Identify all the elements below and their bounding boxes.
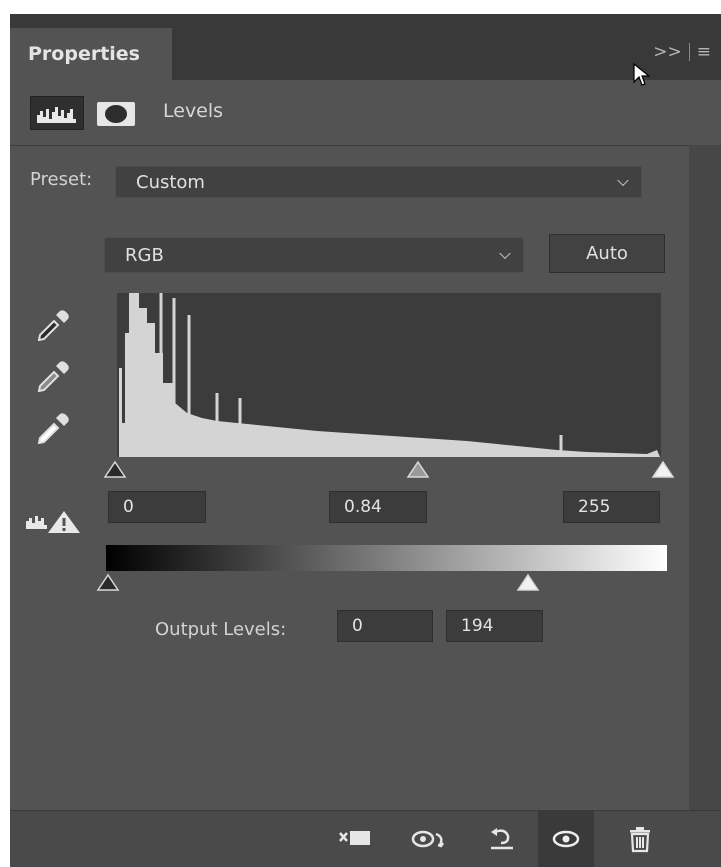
black-input-value: 0 [123,497,134,517]
reset-glyph [491,828,513,850]
tab-tools-divider [688,43,690,61]
histogram-display [117,293,661,457]
adjustment-title: Levels [163,100,224,122]
clip-to-layer-icon[interactable] [328,811,384,867]
chevron-down-icon [617,174,629,187]
midtone-input-slider[interactable] [406,460,430,480]
adjustment-header: Levels [10,80,721,146]
channel-dropdown[interactable]: RGB [104,237,524,273]
black-point-eyedropper-icon[interactable] [34,307,72,341]
auto-button[interactable]: Auto [549,234,665,273]
preset-label: Preset: [30,169,93,190]
view-previous-state-icon[interactable] [402,811,458,867]
output-gradient-bar [106,545,667,571]
panel-tab-bar: Properties >> ≡ [10,14,721,80]
panel-menu-icon[interactable]: ≡ [697,42,711,62]
panel-footer [10,810,721,867]
collapse-panel-icon[interactable]: >> [653,42,682,62]
output-black-value: 0 [352,616,363,636]
auto-button-label: Auto [586,243,628,264]
reset-icon[interactable] [474,811,530,867]
visibility-icon[interactable] [538,811,594,867]
output-white-field[interactable]: 194 [446,610,543,642]
tab-properties[interactable]: Properties [10,28,172,80]
white-input-slider[interactable] [651,460,675,480]
black-input-field[interactable]: 0 [108,491,206,523]
channel-value: RGB [125,244,164,266]
delete-icon[interactable] [612,811,668,867]
visibility-glyph [552,830,580,848]
clip-to-layer-glyph [339,831,370,845]
panel-tab-tools: >> ≡ [653,42,711,62]
output-white-value: 194 [461,616,494,636]
white-output-slider[interactable] [516,573,540,593]
properties-panel: Properties >> ≡ Levels Preset: Custom RG… [10,14,721,867]
preset-dropdown[interactable]: Custom [115,166,642,198]
delete-glyph [630,827,650,853]
mask-icon[interactable] [97,102,135,126]
chevron-down-icon [499,247,511,260]
white-input-field[interactable]: 255 [563,491,660,523]
midtone-input-field[interactable]: 0.84 [329,491,427,523]
preset-value: Custom [136,171,205,193]
histogram-glyph [37,107,76,123]
gray-point-eyedropper-icon[interactable] [34,358,72,392]
panel-scrollbar-track[interactable] [689,145,721,810]
white-input-value: 255 [578,497,611,517]
clipping-warning-icon[interactable] [24,509,82,535]
black-output-slider[interactable] [96,573,120,593]
histogram-fill [119,293,660,457]
midtone-input-value: 0.84 [344,497,382,517]
black-input-slider[interactable] [103,460,127,480]
output-levels-label: Output Levels: [155,619,287,640]
view-previous-state-glyph [411,830,445,848]
tab-properties-label: Properties [28,43,140,65]
histogram-icon[interactable] [30,96,84,130]
output-black-field[interactable]: 0 [337,610,433,642]
white-point-eyedropper-icon[interactable] [34,410,72,444]
